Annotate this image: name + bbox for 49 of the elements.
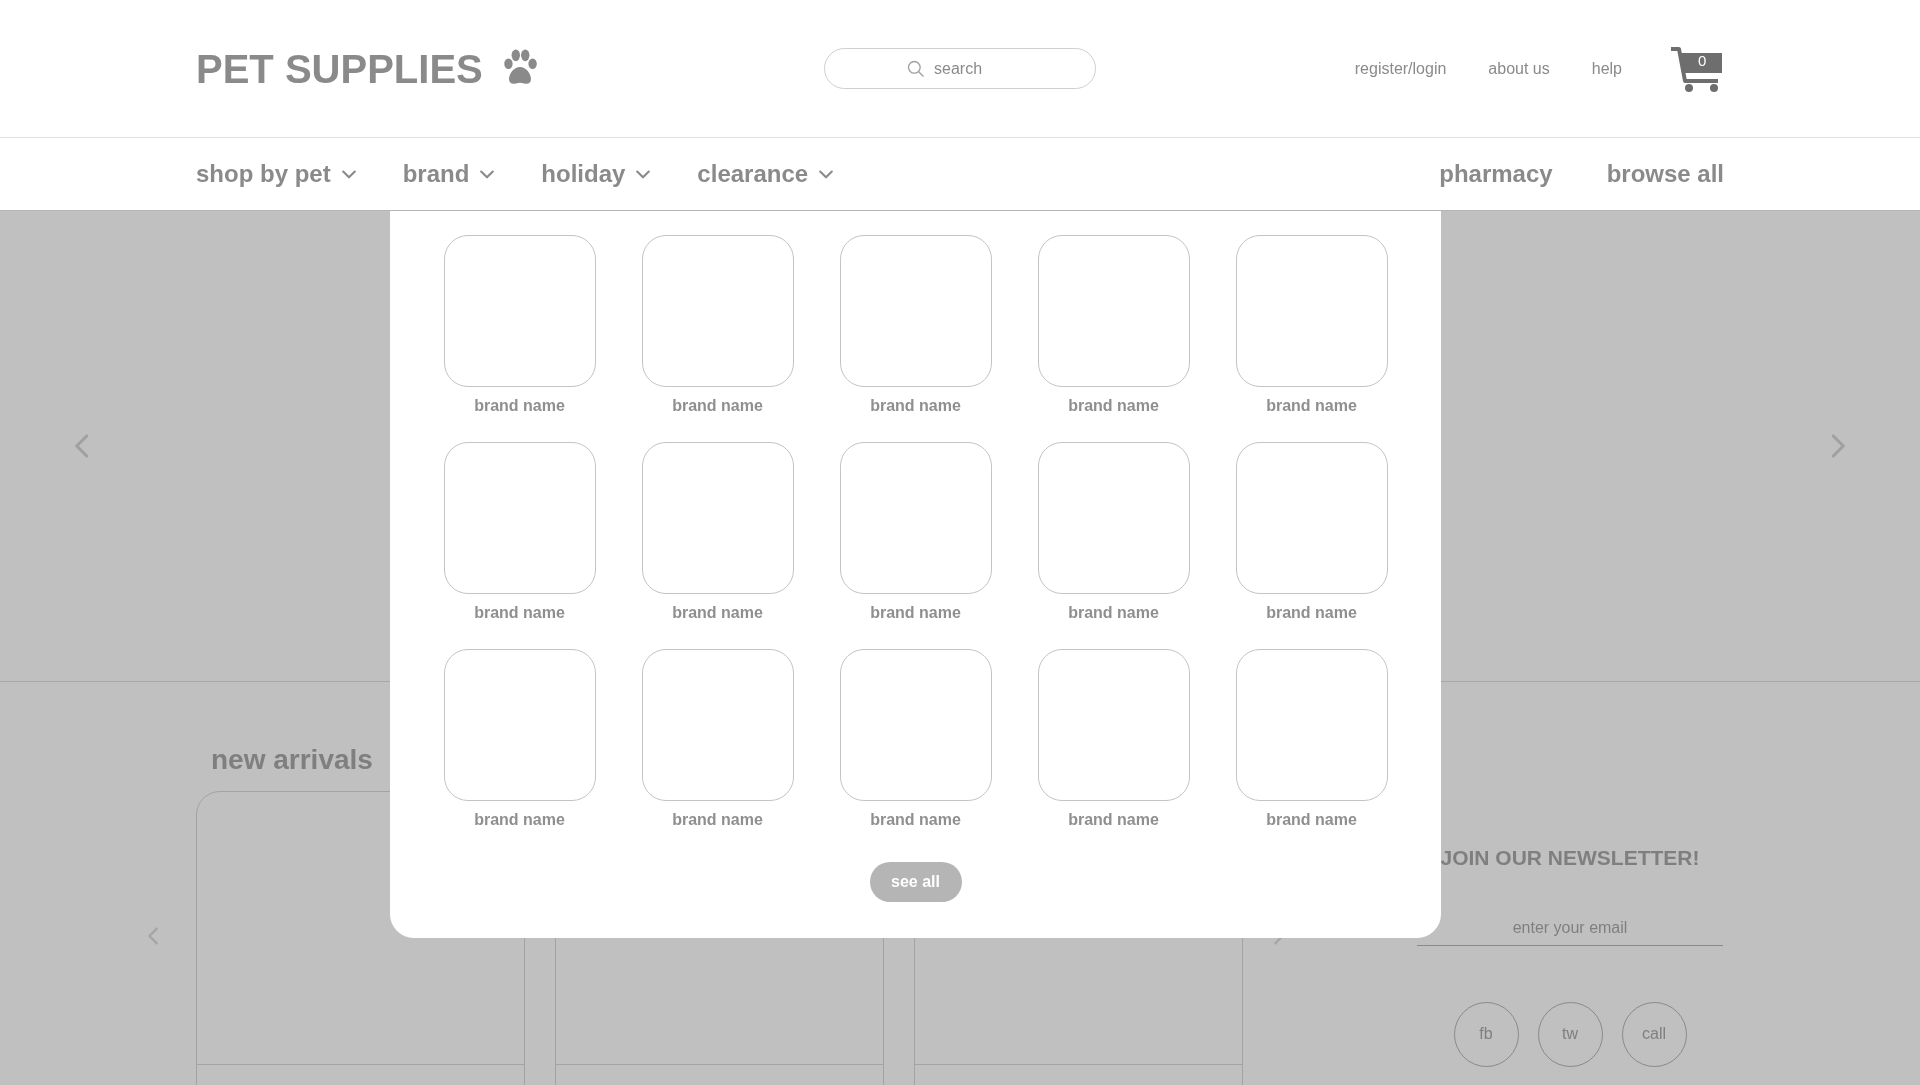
brand-logo-tile[interactable] (443, 442, 596, 594)
brand-name[interactable]: brand name (474, 808, 565, 832)
logo-text[interactable]: PET SUPPLIES (196, 38, 483, 99)
brand-logo-tile[interactable] (641, 649, 794, 801)
brand-logo-tile[interactable] (1037, 649, 1190, 801)
cart-button[interactable]: 0 (1670, 44, 1724, 93)
brand-logo-tile[interactable] (1037, 442, 1190, 594)
brand-logo-tile[interactable] (443, 649, 596, 801)
brand-name[interactable]: brand name (474, 394, 565, 418)
brand-name[interactable]: brand name (870, 808, 961, 832)
brand-logo-tile[interactable] (443, 235, 596, 387)
brand-logo-tile[interactable] (641, 235, 794, 387)
nav-link[interactable]: pharmacy (1439, 156, 1553, 192)
brand-logo-tile[interactable] (1235, 442, 1388, 594)
brand-name[interactable]: brand name (870, 394, 961, 418)
brand-logo-tile[interactable] (641, 442, 794, 594)
brand-name[interactable]: brand name (672, 394, 763, 418)
brand-logo-tile[interactable] (839, 442, 992, 594)
header-link[interactable]: register/login (1354, 56, 1447, 81)
brand-name[interactable]: brand name (1266, 808, 1357, 832)
email-field[interactable]: enter your email (1417, 911, 1723, 946)
brand-name[interactable]: brand name (672, 601, 763, 625)
brand-logo-tile[interactable] (1037, 235, 1190, 387)
brand-name[interactable]: brand name (1266, 394, 1357, 418)
nav-menu-item[interactable]: shop by pet (196, 156, 359, 192)
brand-name[interactable]: brand name (474, 601, 565, 625)
search-icon (906, 58, 926, 79)
search-input[interactable]: search (934, 56, 1014, 81)
newsletter-heading: JOIN OUR NEWSLETTER! (1440, 845, 1700, 871)
header-link[interactable]: about us (1488, 56, 1550, 81)
brand-logo-tile[interactable] (839, 649, 992, 801)
cart-icon (1670, 44, 1724, 93)
brand-name[interactable]: brand name (1068, 601, 1159, 625)
nav-link[interactable]: browse all (1606, 156, 1724, 192)
brand-name[interactable]: brand name (1068, 808, 1159, 832)
brand-logo-tile[interactable] (1235, 235, 1388, 387)
brand-logo-tile[interactable] (839, 235, 992, 387)
see-all-button[interactable]: see all (869, 862, 962, 902)
brand-name[interactable]: brand name (1068, 394, 1159, 418)
cart-count: 0 (1698, 50, 1707, 71)
header-link[interactable]: help (1591, 56, 1622, 81)
nav-menu-item[interactable]: clearance (697, 156, 837, 192)
nav-menu-item[interactable]: brand (402, 156, 498, 192)
brand-name[interactable]: brand name (1266, 601, 1357, 625)
brand-name[interactable]: brand name (672, 808, 763, 832)
brand-name[interactable]: brand name (870, 601, 961, 625)
section-title: new arrivals (211, 743, 374, 777)
brand-logo-tile[interactable] (1235, 649, 1388, 801)
nav-menu-item[interactable]: holiday (541, 156, 654, 192)
